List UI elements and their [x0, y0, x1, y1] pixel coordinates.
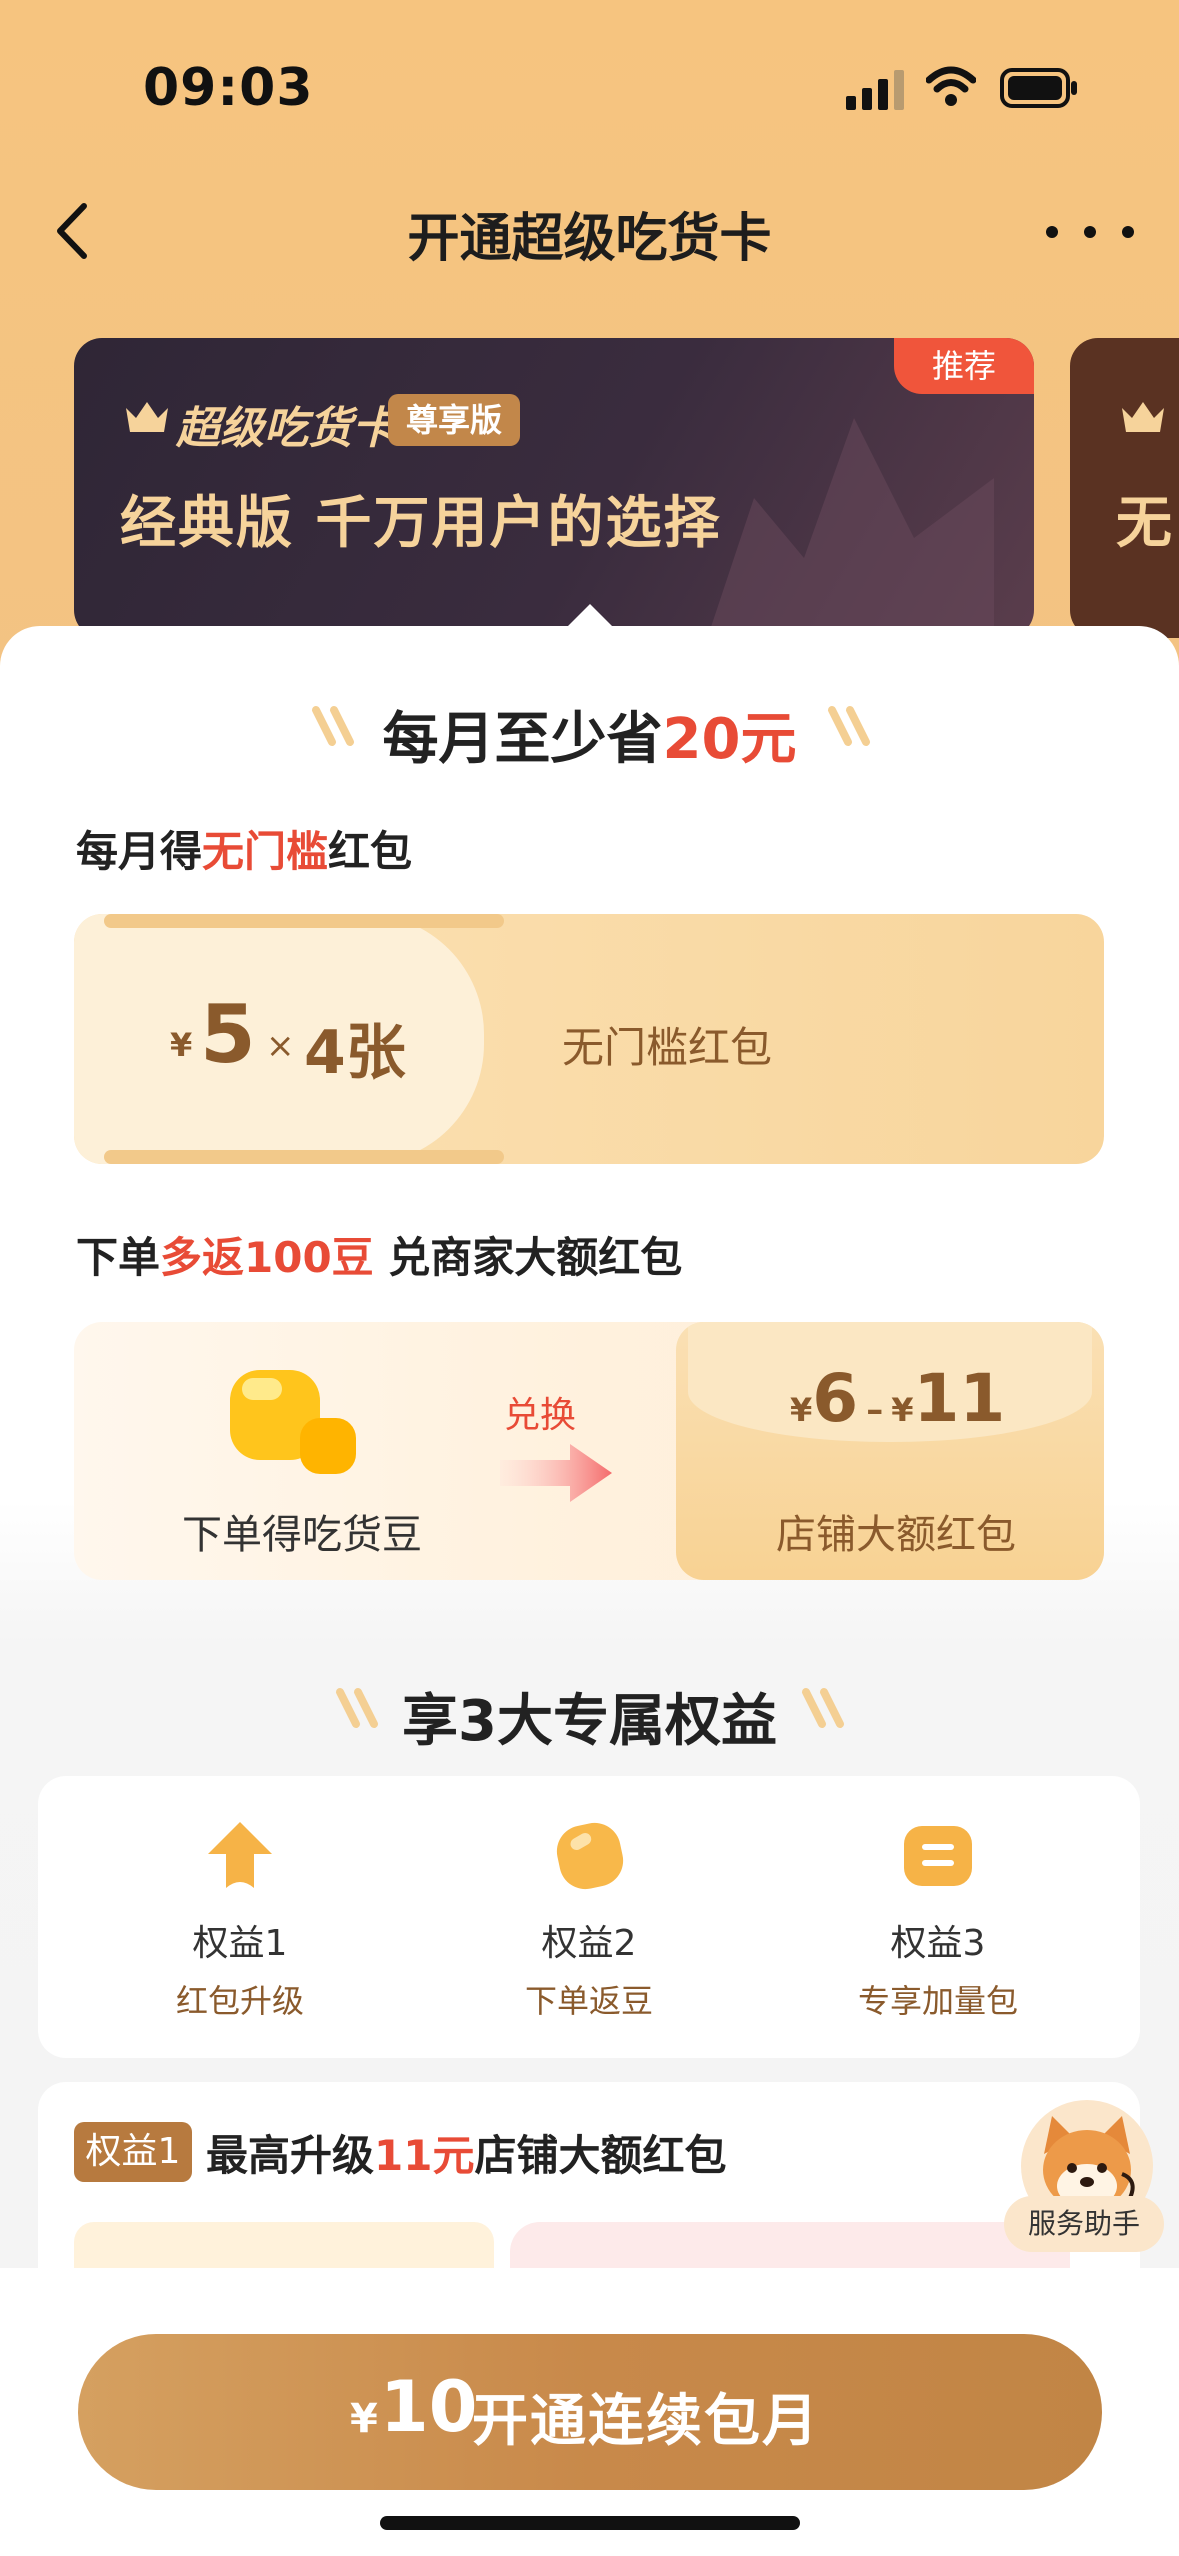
pack-icon[interactable]: [898, 1816, 978, 1896]
arrow-up-icon[interactable]: [200, 1816, 280, 1896]
coupon-stack-edge: [104, 1150, 504, 1164]
monthly-coupon-label: 每月得无门槛红包: [76, 827, 413, 876]
status-bar: 09:03: [0, 0, 1179, 170]
savings-title: 每月至少省20元: [382, 707, 797, 772]
plan-subtitle: 经典版 千万用户的选择: [120, 491, 722, 556]
crown-icon: [126, 402, 168, 432]
page-title: 开通超级吃货卡: [407, 209, 772, 269]
benefit-1-subtitle: 红包升级: [175, 1982, 304, 2020]
exchange-word: 兑换: [504, 1395, 577, 1436]
bean-icon: [230, 1370, 356, 1474]
benefit-1-title: 权益1: [192, 1923, 288, 1964]
benefits-title: 享3大专属权益: [402, 1689, 777, 1754]
edition-badge: 尊享版: [388, 394, 520, 446]
cellular-signal-icon: [846, 70, 904, 110]
benefit-3-subtitle: 专享加量包: [857, 1982, 1018, 2020]
arrow-right-icon: [500, 1444, 612, 1502]
wifi-icon: [926, 66, 976, 106]
more-options-icon[interactable]: [1040, 220, 1140, 244]
plan-brand: 超级吃货卡: [176, 403, 396, 454]
nav-bar: 开通超级吃货卡: [0, 180, 1179, 280]
home-indicator: [380, 2516, 800, 2530]
benefit-3-title: 权益3: [890, 1923, 986, 1964]
benefit-detail-tag: 权益1: [74, 2122, 192, 2182]
monthly-coupon-card: ¥ 5 × 4张 无门槛红包: [74, 914, 1104, 1164]
benefit-2-title: 权益2: [541, 1923, 637, 1964]
coupon-amount: 5: [200, 988, 256, 1081]
decor-slash-icon: [802, 1688, 844, 1728]
coupon-count: 4张: [304, 1018, 406, 1088]
selected-card-pointer: [566, 604, 614, 628]
store-coupon-range: ¥6– ¥11: [790, 1360, 1006, 1437]
store-coupon-label: 店铺大额红包: [776, 1512, 1016, 1558]
plan-card-next-subtitle: 无: [1116, 491, 1172, 556]
cta-amount: 10: [380, 2366, 478, 2448]
card-decoration: [707, 418, 994, 638]
benefit-detail-title: 最高升级11元店铺大额红包: [206, 2131, 727, 2180]
cta-currency: ¥: [350, 2396, 378, 2442]
recommend-badge: 推荐: [894, 338, 1034, 394]
cta-label: 开通连续包月: [472, 2389, 820, 2454]
benefit-2-subtitle: 下单返豆: [524, 1982, 653, 2020]
status-time: 09:03: [143, 58, 314, 118]
beans-left-label: 下单得吃货豆: [182, 1512, 422, 1558]
battery-icon: [1000, 68, 1077, 108]
coupon-name: 无门槛红包: [562, 1023, 773, 1072]
crown-icon: [1122, 402, 1164, 432]
bean-icon[interactable]: [550, 1816, 630, 1896]
decor-slash-icon: [828, 706, 870, 746]
beans-label: 下单多返100豆 兑商家大额红包: [76, 1233, 683, 1282]
assistant-label[interactable]: 服务助手: [1004, 2196, 1164, 2252]
coupon-stack-edge: [104, 914, 504, 928]
coupon-times: ×: [266, 1026, 295, 1066]
coupon-currency: ¥: [170, 1026, 193, 1064]
